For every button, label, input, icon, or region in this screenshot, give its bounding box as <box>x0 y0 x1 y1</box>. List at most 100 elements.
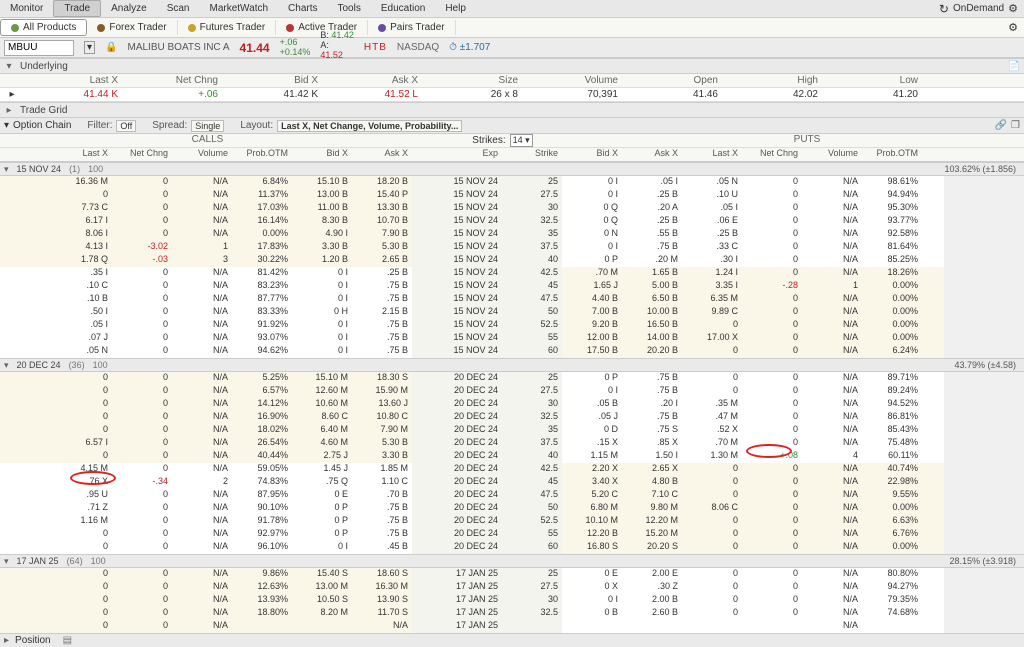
option-row[interactable]: 1.78 Q-.03330.22%1.20 B2.65 B15 NOV 2440… <box>0 254 1024 267</box>
company-name: MALIBU BOATS INC A <box>127 42 229 53</box>
col-header[interactable]: Volume <box>802 148 862 161</box>
option-row[interactable]: 00N/A11.37%13.00 B15.40 P15 NOV 2427.50 … <box>0 189 1024 202</box>
symbol-lock-icon[interactable]: 🔒 <box>105 42 117 53</box>
col-header[interactable] <box>0 148 22 161</box>
option-row[interactable]: 00N/AN/A17 JAN 25N/A <box>0 620 1024 633</box>
expiry-header[interactable]: 20 DEC 24(36)10043.79% (±4.58) <box>0 358 1024 372</box>
col-header[interactable]: Prob.OTM <box>232 148 292 161</box>
chevron-right-icon[interactable] <box>4 105 14 116</box>
option-row[interactable]: 00N/A92.97%0 P.75 B20 DEC 245512.20 B15.… <box>0 528 1024 541</box>
calls-puts-header: CALLS Strikes: 14 ▾ PUTS <box>0 134 1024 148</box>
option-row[interactable]: .10 C0N/A83.23%0 I.75 B15 NOV 24451.65 J… <box>0 280 1024 293</box>
product-tab-forex-trader[interactable]: Forex Trader <box>87 20 177 35</box>
menu-item-help[interactable]: Help <box>435 1 476 16</box>
htb-indicator: HTB <box>364 42 387 53</box>
symbol-bar: ▾ 🔒 MALIBU BOATS INC A 41.44 +.06 +0.14%… <box>0 38 1024 58</box>
option-row[interactable]: 8.06 I0N/A0.00%4.90 I7.90 B15 NOV 24350 … <box>0 228 1024 241</box>
option-row[interactable]: 00N/A14.12%10.60 M13.60 J20 DEC 2430.05 … <box>0 398 1024 411</box>
option-row[interactable]: 00N/A18.02%6.40 M7.90 M20 DEC 24350 D.75… <box>0 424 1024 437</box>
symbol-dropdown-icon[interactable]: ▾ <box>84 41 95 54</box>
symbol-input[interactable] <box>4 40 74 56</box>
spread-select[interactable]: Single <box>191 120 224 132</box>
col-header[interactable]: Last X <box>22 148 112 161</box>
popout-icon[interactable]: ❐ <box>1011 120 1020 131</box>
tab-dot-icon <box>378 24 386 32</box>
price-change: +.06 +0.14% <box>280 38 311 58</box>
col-header[interactable]: Exp <box>412 148 502 161</box>
col-header[interactable]: Bid X <box>562 148 622 161</box>
section-underlying[interactable]: Underlying 📄 <box>0 58 1024 74</box>
layout-select[interactable]: Last X, Net Change, Volume, Probability.… <box>277 120 462 132</box>
menu-item-trade[interactable]: Trade <box>53 0 101 17</box>
option-row[interactable]: .10 B0N/A87.77%0 I.75 B15 NOV 2447.54.40… <box>0 293 1024 306</box>
chevron-right-icon[interactable] <box>4 635 9 646</box>
product-tab-futures-trader[interactable]: Futures Trader <box>178 20 277 35</box>
product-tab-all-products[interactable]: All Products <box>0 19 87 36</box>
col-header[interactable]: Ask X <box>352 148 412 161</box>
option-row[interactable]: 6.17 I0N/A16.14%8.30 B10.70 B15 NOV 2432… <box>0 215 1024 228</box>
tab-dot-icon <box>11 24 19 32</box>
option-row[interactable]: 00N/A40.44%2.75 J3.30 B20 DEC 24401.15 M… <box>0 450 1024 463</box>
menu-item-monitor[interactable]: Monitor <box>0 1 53 16</box>
chevron-down-icon[interactable]: ▾ <box>4 120 9 131</box>
menu-item-marketwatch[interactable]: MarketWatch <box>200 1 279 16</box>
option-row[interactable]: .35 I0N/A81.42%0 I.25 B15 NOV 2442.5.70 … <box>0 267 1024 280</box>
option-row[interactable]: 00N/A5.25%15.10 M18.30 S20 DEC 24250 P.7… <box>0 372 1024 385</box>
option-row[interactable]: 4.13 I-3.02117.83%3.30 B5.30 B15 NOV 243… <box>0 241 1024 254</box>
option-row[interactable]: 4.15 M0N/A59.05%1.45 J1.85 M20 DEC 2442.… <box>0 463 1024 476</box>
option-row[interactable]: 00N/A12.63%13.00 M16.30 M17 JAN 2527.50 … <box>0 581 1024 594</box>
menu-item-charts[interactable]: Charts <box>278 1 327 16</box>
option-row[interactable]: 7.73 C0N/A17.03%11.00 B13.30 B15 NOV 243… <box>0 202 1024 215</box>
gear-icon[interactable] <box>1008 2 1018 15</box>
col-header[interactable]: Net Chng <box>742 148 802 161</box>
expiry-header[interactable]: 17 JAN 25(64)10028.15% (±3.918) <box>0 554 1024 568</box>
col-header[interactable] <box>922 148 944 161</box>
option-row[interactable]: 00N/A13.93%10.50 S13.90 S17 JAN 25300 I2… <box>0 594 1024 607</box>
section-trade-grid[interactable]: Trade Grid <box>0 102 1024 118</box>
option-row[interactable]: 00N/A16.90%8.60 C10.80 C20 DEC 2432.5.05… <box>0 411 1024 424</box>
option-row[interactable]: .05 N0N/A94.62%0 I.75 B15 NOV 246017.50 … <box>0 345 1024 358</box>
notes-icon[interactable]: 📄 <box>1008 61 1020 72</box>
option-row[interactable]: .76 X-.34274.83%.75 Q1.10 C20 DEC 24453.… <box>0 476 1024 489</box>
product-gear-icon[interactable] <box>1008 21 1024 34</box>
menu-item-tools[interactable]: Tools <box>327 1 370 16</box>
menu-item-scan[interactable]: Scan <box>157 1 200 16</box>
chevron-down-icon[interactable] <box>4 61 14 72</box>
option-row[interactable]: 6.57 I0N/A26.54%4.60 M5.30 B20 DEC 2437.… <box>0 437 1024 450</box>
blotter-icon[interactable]: ▤ <box>63 635 72 646</box>
col-header[interactable]: Strike <box>502 148 562 161</box>
option-row[interactable]: 00N/A6.57%12.60 M15.90 M20 DEC 2427.50 I… <box>0 385 1024 398</box>
section-option-chain: ▾ Option Chain Filter: Off Spread: Singl… <box>0 118 1024 134</box>
option-row[interactable]: 00N/A96.10%0 I.45 B20 DEC 246016.80 S20.… <box>0 541 1024 554</box>
section-position[interactable]: Position ▤ <box>0 633 1024 647</box>
col-header[interactable]: Prob.OTM <box>862 148 922 161</box>
product-tabs: All ProductsForex TraderFutures TraderAc… <box>0 18 1024 38</box>
menu-item-analyze[interactable]: Analyze <box>101 1 157 16</box>
col-header[interactable]: Ask X <box>622 148 682 161</box>
product-tab-pairs-trader[interactable]: Pairs Trader <box>368 20 455 35</box>
option-row[interactable]: .71 Z0N/A90.10%0 P.75 B20 DEC 24506.80 M… <box>0 502 1024 515</box>
option-row[interactable]: 00N/A18.80%8.20 M11.70 S17 JAN 2532.50 B… <box>0 607 1024 620</box>
col-header[interactable]: Bid X <box>292 148 352 161</box>
option-row[interactable]: .50 I0N/A83.33%0 H2.15 B15 NOV 24507.00 … <box>0 306 1024 319</box>
option-row[interactable]: 1.16 M0N/A91.78%0 P.75 B20 DEC 2452.510.… <box>0 515 1024 528</box>
option-row[interactable]: 16.36 M0N/A6.84%15.10 B18.20 B15 NOV 242… <box>0 176 1024 189</box>
option-row[interactable]: .07 J0N/A93.07%0 I.75 B15 NOV 245512.00 … <box>0 332 1024 345</box>
strikes-select[interactable]: 14 ▾ <box>510 134 533 147</box>
ondemand-label[interactable]: OnDemand <box>953 3 1004 14</box>
option-row[interactable]: .95 U0N/A87.95%0 E.70 B20 DEC 2447.55.20… <box>0 489 1024 502</box>
expiry-header[interactable]: 15 NOV 24(1)100103.62% (±1.856) <box>0 162 1024 176</box>
option-row[interactable]: 00N/A9.86%15.40 S18.60 S17 JAN 25250 E2.… <box>0 568 1024 581</box>
chevron-down-icon[interactable] <box>4 556 9 567</box>
col-header[interactable]: Last X <box>682 148 742 161</box>
chevron-down-icon[interactable] <box>4 360 9 371</box>
chevron-down-icon[interactable] <box>4 164 9 175</box>
last-price: 41.44 <box>240 41 270 55</box>
link-icon[interactable]: 🔗 <box>995 120 1007 131</box>
menu-item-education[interactable]: Education <box>371 1 435 16</box>
filter-select[interactable]: Off <box>116 120 136 132</box>
col-header[interactable]: Volume <box>172 148 232 161</box>
option-row[interactable]: .05 I0N/A91.92%0 I.75 B15 NOV 2452.59.20… <box>0 319 1024 332</box>
tab-dot-icon <box>97 24 105 32</box>
col-header[interactable]: Net Chng <box>112 148 172 161</box>
